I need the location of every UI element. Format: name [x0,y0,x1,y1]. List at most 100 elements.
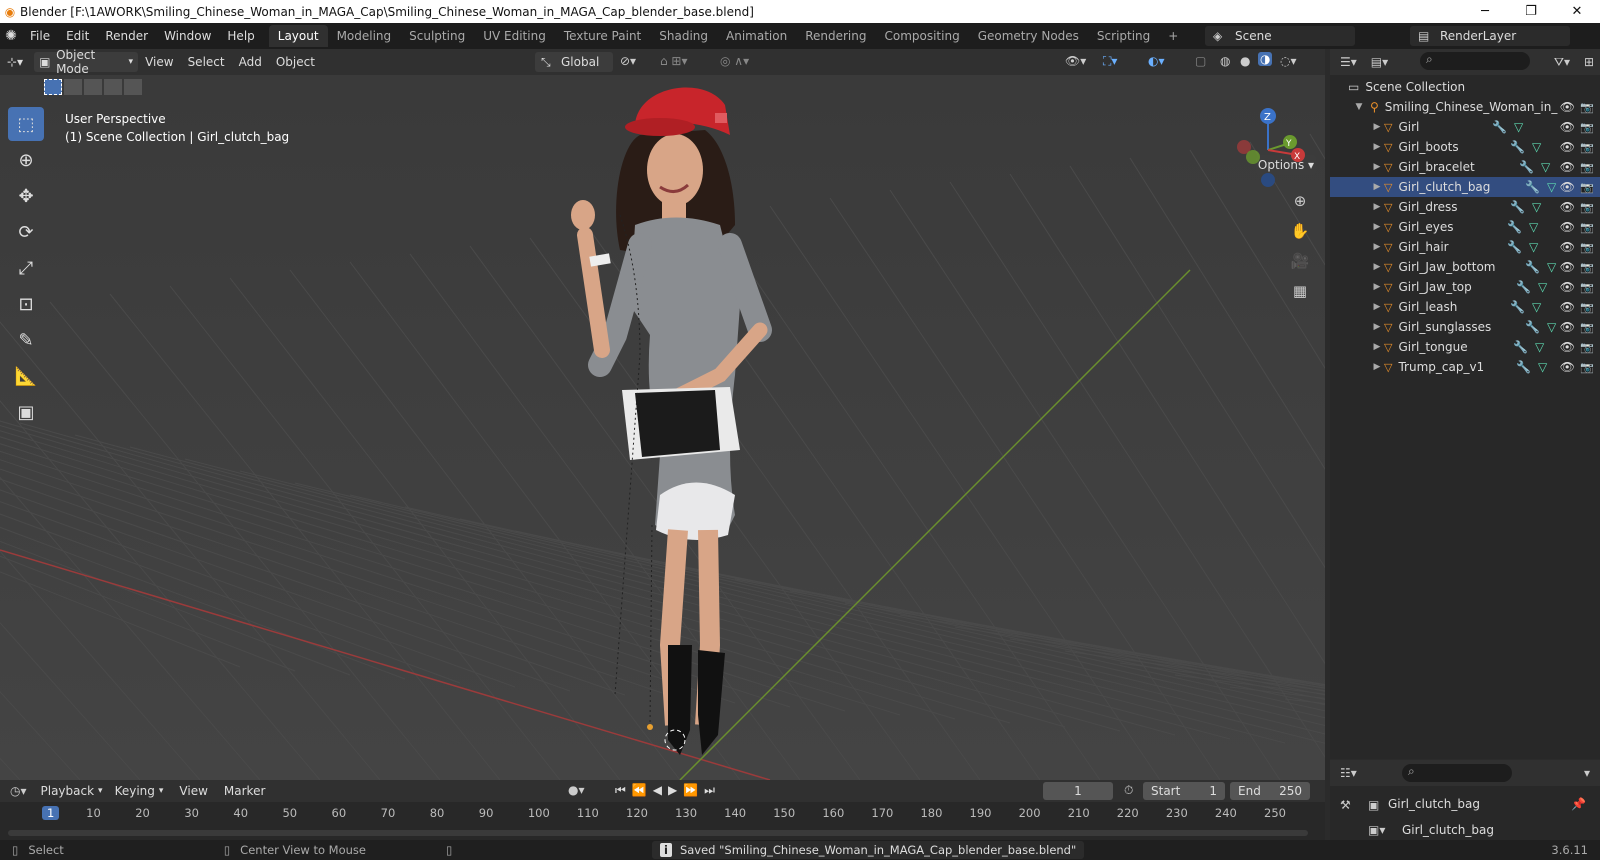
timeline-ruler[interactable]: 1 10 20 30 40 50 60 70 80 90 100 110 120 130 140 150 160… [0,802,1325,824]
add-cube-tool-icon[interactable]: ▣ [8,395,44,429]
tab-rendering[interactable]: Rendering [796,25,875,47]
visibility-icon[interactable]: 👁▾ [1065,54,1086,68]
properties-search-input[interactable]: ⌕ [1402,764,1512,782]
render-camera-icon[interactable]: 📷 [1580,361,1594,374]
render-camera-icon[interactable]: 📷 [1580,101,1594,114]
add-workspace-icon[interactable]: + [1159,25,1187,47]
modifier-wrench-icon[interactable]: 🔧 [1510,300,1525,314]
minimize-button[interactable]: ─ [1462,0,1508,23]
annotate-tool-icon[interactable]: ✎ [8,323,44,357]
move-tool-icon[interactable]: ✥ [8,179,44,213]
mode-selector[interactable]: ▣ Object Mode ▾ [34,48,139,76]
expand-arrow-icon[interactable]: ▼ [1352,102,1366,112]
pan-hand-icon[interactable]: ✋ [1285,218,1315,244]
cursor-tool-icon[interactable]: ⊕ [8,143,44,177]
visibility-eye-icon[interactable]: 👁 [1560,100,1575,114]
outliner-item[interactable]: ▶ ▽ Girl_boots 🔧 ▽ 👁 📷 [1330,137,1600,157]
timeline-scrollbar[interactable] [8,830,1308,836]
modifier-wrench-icon[interactable]: 🔧 [1507,240,1522,254]
outliner-item[interactable]: ▶ ▽ Girl_bracelet 🔧 ▽ 👁 📷 [1330,157,1600,177]
tab-animation[interactable]: Animation [717,25,796,47]
vertex-group-icon[interactable]: ▽ [1532,200,1541,214]
render-camera-icon[interactable]: 📷 [1580,201,1594,214]
ortho-toggle-icon[interactable]: ▦ [1285,278,1315,304]
outliner-item[interactable]: ▶ ▽ Trump_cap_v1 🔧 ▽ 👁 📷 [1330,357,1600,377]
visibility-eye-icon[interactable]: 👁 [1560,120,1575,134]
menu-view[interactable]: View [179,784,207,798]
expand-arrow-icon[interactable]: ▶ [1370,222,1384,232]
visibility-eye-icon[interactable]: 👁 [1560,340,1575,354]
properties-editor-icon[interactable]: ☷▾ [1340,766,1357,780]
expand-arrow-icon[interactable]: ▶ [1370,302,1384,312]
vertex-group-icon[interactable]: ▽ [1535,340,1544,354]
outliner-item[interactable]: ▶ ▽ Girl_dress 🔧 ▽ 👁 📷 [1330,197,1600,217]
vertex-group-icon[interactable]: ▽ [1532,300,1541,314]
outliner-item[interactable]: ▶ ▽ Girl_tongue 🔧 ▽ 👁 📷 [1330,337,1600,357]
expand-arrow-icon[interactable]: ▶ [1370,162,1384,172]
pin-icon[interactable]: 📌 [1571,797,1586,811]
modifier-wrench-icon[interactable]: 🔧 [1519,160,1534,174]
vertex-group-icon[interactable]: ▽ [1547,260,1556,274]
modifier-wrench-icon[interactable]: 🔧 [1492,120,1507,134]
menu-render[interactable]: Render [97,29,156,43]
xray-icon[interactable]: ▢ [1195,54,1206,68]
vertex-group-icon[interactable]: ▽ [1547,180,1556,194]
render-camera-icon[interactable]: 📷 [1580,241,1594,254]
visibility-eye-icon[interactable]: 👁 [1560,280,1575,294]
tab-uv-editing[interactable]: UV Editing [474,25,555,47]
collection-row[interactable]: ▼ ⚲ Smiling_Chinese_Woman_in_ 👁 📷 [1330,97,1600,117]
transform-orientation[interactable]: ⤡ Global [535,52,613,72]
menu-window[interactable]: Window [156,29,219,43]
material-shading-icon[interactable]: ◑ [1258,52,1273,66]
tab-geometry-nodes[interactable]: Geometry Nodes [969,25,1088,47]
outliner-item[interactable]: ▶ ▽ Girl_sunglasses 🔧 ▽ 👁 📷 [1330,317,1600,337]
rotate-tool-icon[interactable]: ⟳ [8,215,44,249]
select-new-icon[interactable] [44,79,62,95]
select-intersect-icon[interactable] [124,79,142,95]
expand-arrow-icon[interactable]: ▶ [1370,182,1384,192]
vertex-group-icon[interactable]: ▽ [1541,160,1550,174]
measure-tool-icon[interactable]: 📐 [8,359,44,393]
render-camera-icon[interactable]: 📷 [1580,221,1594,234]
visibility-eye-icon[interactable]: 👁 [1560,180,1575,194]
pivot-icon[interactable]: ⊘▾ [620,54,636,68]
rendered-shading-icon[interactable]: ◌▾ [1280,54,1297,68]
outliner-item[interactable]: ▶ ▽ Girl_leash 🔧 ▽ 👁 📷 [1330,297,1600,317]
scene-selector[interactable]: ◈ Scene [1205,26,1355,46]
expand-arrow-icon[interactable]: ▶ [1370,142,1384,152]
vertex-group-icon[interactable]: ▽ [1532,140,1541,154]
render-camera-icon[interactable]: 📷 [1580,121,1594,134]
menu-file[interactable]: File [22,29,58,43]
tab-shading[interactable]: Shading [650,25,717,47]
maximize-button[interactable]: ❐ [1508,0,1554,23]
modifier-wrench-icon[interactable]: 🔧 [1525,320,1540,334]
transform-tool-icon[interactable]: ⊡ [8,287,44,321]
tab-sculpting[interactable]: Sculpting [400,25,474,47]
3d-viewport[interactable]: User Perspective (1) Scene Collection | … [0,75,1325,780]
select-extend-icon[interactable] [64,79,82,95]
menu-view[interactable]: View [138,52,180,72]
camera-view-icon[interactable]: 🎥 [1285,248,1315,274]
menu-object[interactable]: Object [269,52,322,72]
menu-edit[interactable]: Edit [58,29,97,43]
expand-arrow-icon[interactable]: ▶ [1370,122,1384,132]
expand-arrow-icon[interactable]: ▶ [1370,342,1384,352]
select-subtract-icon[interactable] [84,79,102,95]
modifier-wrench-icon[interactable]: 🔧 [1510,200,1525,214]
tab-modeling[interactable]: Modeling [328,25,401,47]
editor-type-icon[interactable]: ⊹▾ [0,52,30,72]
visibility-eye-icon[interactable]: 👁 [1560,320,1575,334]
outliner-search-input[interactable]: ⌕ [1420,52,1530,70]
current-frame-field[interactable]: 1 [1043,782,1113,800]
outliner-item[interactable]: ▶ ▽ Girl_clutch_bag 🔧 ▽ 👁 📷 [1330,177,1600,197]
menu-add[interactable]: Add [232,52,269,72]
menu-select[interactable]: Select [181,52,232,72]
gizmo-icon[interactable]: ⛶▾ [1103,54,1117,69]
expand-arrow-icon[interactable]: ▶ [1370,322,1384,332]
tab-layout[interactable]: Layout [268,25,328,47]
render-camera-icon[interactable]: 📷 [1580,301,1594,314]
render-camera-icon[interactable]: 📷 [1580,341,1594,354]
visibility-eye-icon[interactable]: 👁 [1560,140,1575,154]
blender-menu-icon[interactable]: ✺ [0,28,22,44]
outliner-item[interactable]: ▶ ▽ Girl_Jaw_bottom 🔧 ▽ 👁 📷 [1330,257,1600,277]
